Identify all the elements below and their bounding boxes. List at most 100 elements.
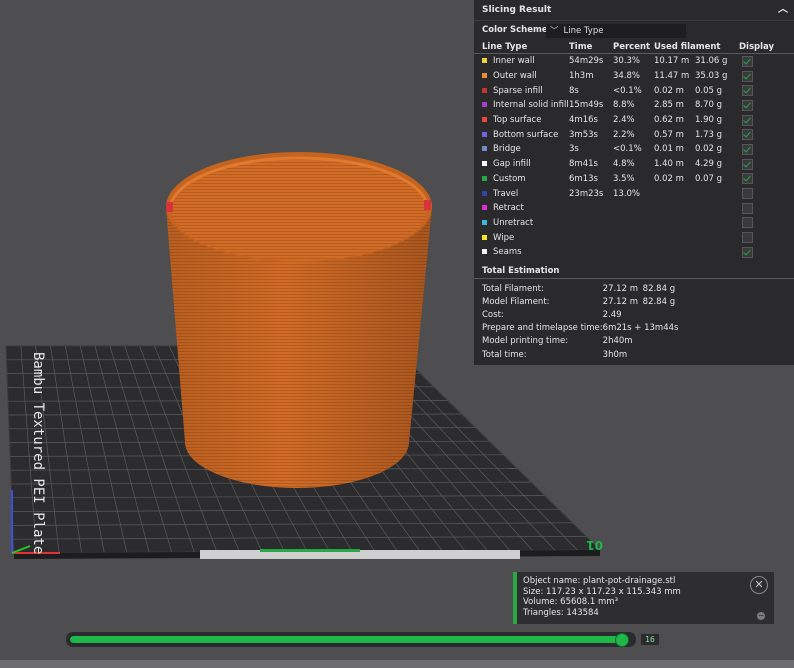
line-type-name: Top surface (493, 115, 542, 126)
line-weight: 4.29 g (695, 159, 723, 170)
color-scheme-select[interactable]: ﹀ Line Type (546, 24, 686, 38)
line-type-row: Top surface 4m16s 2.4% 0.62 m 1.90 g (474, 113, 794, 128)
slicing-result-panel: Slicing Result ︿ Color Scheme ﹀ Line Type… (474, 0, 794, 365)
display-checkbox[interactable] (742, 55, 753, 67)
object-size: Size: 117.23 x 117.23 x 115.343 mm (523, 586, 681, 597)
line-display (739, 201, 794, 216)
line-used-filament: 0.02 m 0.07 g (654, 172, 739, 187)
total-label: Total time: (482, 349, 527, 360)
line-percent (613, 230, 654, 245)
line-length: 2.85 m (654, 100, 684, 111)
display-checkbox[interactable] (742, 202, 753, 214)
display-checkbox[interactable] (742, 173, 753, 185)
layer-slider-handle[interactable] (614, 633, 629, 647)
color-swatch (482, 234, 487, 240)
total-row: Cost: 2.49 (474, 308, 675, 321)
line-type-name: Seams (493, 247, 522, 258)
display-checkbox[interactable] (742, 99, 753, 111)
line-time (569, 216, 613, 231)
total-value: 27.12 m 82.84 g (603, 295, 675, 308)
line-time: 4m16s (569, 115, 598, 126)
chevron-up-icon[interactable]: ︿ (778, 0, 788, 20)
line-type-row: Travel 23m23s 13.0% (474, 186, 794, 201)
line-type-row: Retract (474, 201, 794, 216)
col-time: Time (569, 40, 613, 54)
total-value: 27.12 m 82.84 g (603, 282, 675, 295)
line-length: 10.17 m (654, 56, 690, 67)
col-percent: Percent (613, 40, 654, 54)
line-used-filament (654, 230, 739, 245)
line-percent (613, 201, 654, 216)
total-value: 6m21s + 13m44s (602, 322, 679, 335)
line-time: 23m23s (569, 188, 604, 199)
line-type-name: Travel (493, 188, 519, 199)
line-type-name: Wipe (493, 232, 515, 243)
display-checkbox[interactable] (742, 143, 753, 155)
display-checkbox[interactable] (742, 85, 753, 97)
line-weight: 8.70 g (695, 100, 723, 111)
total-estimation-table: Total Filament: 27.12 m 82.84 g Model Filam… (474, 282, 679, 361)
color-swatch (482, 219, 487, 225)
line-time: 8m41s (569, 159, 598, 170)
plant-pot-model[interactable] (166, 152, 432, 488)
minus-icon[interactable]: − (757, 612, 765, 620)
total-label: Total Filament: (482, 283, 544, 294)
display-checkbox[interactable] (742, 114, 753, 126)
total-value-1: 3h0m (602, 349, 628, 360)
line-time (569, 201, 613, 216)
color-swatch (482, 205, 487, 211)
total-value-1: 2.49 (602, 309, 622, 320)
line-percent (613, 216, 654, 231)
color-swatch (482, 249, 487, 255)
close-icon[interactable]: ✕ (750, 576, 768, 594)
line-length: 11.47 m (654, 71, 690, 82)
line-type-name: Unretract (493, 217, 534, 228)
total-label: Model Filament: (482, 296, 550, 307)
line-percent (613, 245, 654, 260)
line-type-cell: Outer wall (474, 69, 569, 84)
color-scheme-label: Color Scheme (482, 25, 548, 35)
line-percent: 8.8% (613, 100, 635, 111)
display-checkbox[interactable] (742, 70, 753, 82)
display-checkbox[interactable] (742, 246, 753, 258)
plate-number: 01 (586, 538, 603, 552)
line-weight: 1.73 g (695, 129, 723, 140)
col-display: Display (739, 40, 794, 54)
display-checkbox[interactable] (742, 217, 753, 229)
display-checkbox[interactable] (742, 129, 753, 141)
line-weight: 1.90 g (695, 115, 723, 126)
line-type-row: Internal solid infill 15m49s 8.8% 2.85 m 8.7… (474, 98, 794, 113)
total-label: Model printing time: (482, 336, 569, 347)
line-time: 3s (569, 144, 579, 155)
line-time: 15m49s (569, 100, 604, 111)
line-type-name: Inner wall (493, 56, 535, 67)
line-used-filament: 11.47 m 35.03 g (654, 69, 739, 84)
line-time: 8s (569, 85, 579, 96)
display-checkbox[interactable] (742, 188, 753, 200)
total-estimation-header: Total Estimation (474, 264, 794, 279)
total-value-1: 6m21s + 13m44s (602, 323, 679, 334)
display-checkbox[interactable] (742, 232, 753, 244)
slicing-result-header[interactable]: Slicing Result ︿ (474, 0, 794, 21)
line-used-filament: 10.17 m 31.06 g (654, 54, 739, 69)
line-display (739, 113, 794, 128)
line-display (739, 172, 794, 187)
layer-slider[interactable] (66, 632, 636, 647)
line-type-name: Bridge (493, 144, 521, 155)
total-value-2: 82.84 g (642, 296, 676, 307)
display-checkbox[interactable] (742, 158, 753, 170)
line-percent: <0.1% (613, 85, 642, 96)
line-type-row: Wipe (474, 230, 794, 245)
total-row: Total Filament: 27.12 m 82.84 g (474, 282, 675, 295)
line-type-name: Internal solid infill (493, 100, 569, 111)
line-type-header-row: Line Type Time Percent Used filament Dis… (474, 40, 794, 54)
line-display (739, 230, 794, 245)
line-used-filament (654, 186, 739, 201)
line-time (569, 230, 613, 245)
total-value-1: 2h40m (602, 336, 633, 347)
line-weight: 31.06 g (695, 56, 728, 67)
line-percent: <0.1% (613, 144, 642, 155)
color-swatch (482, 161, 487, 167)
line-display (739, 142, 794, 157)
line-length: 0.57 m (654, 129, 684, 140)
